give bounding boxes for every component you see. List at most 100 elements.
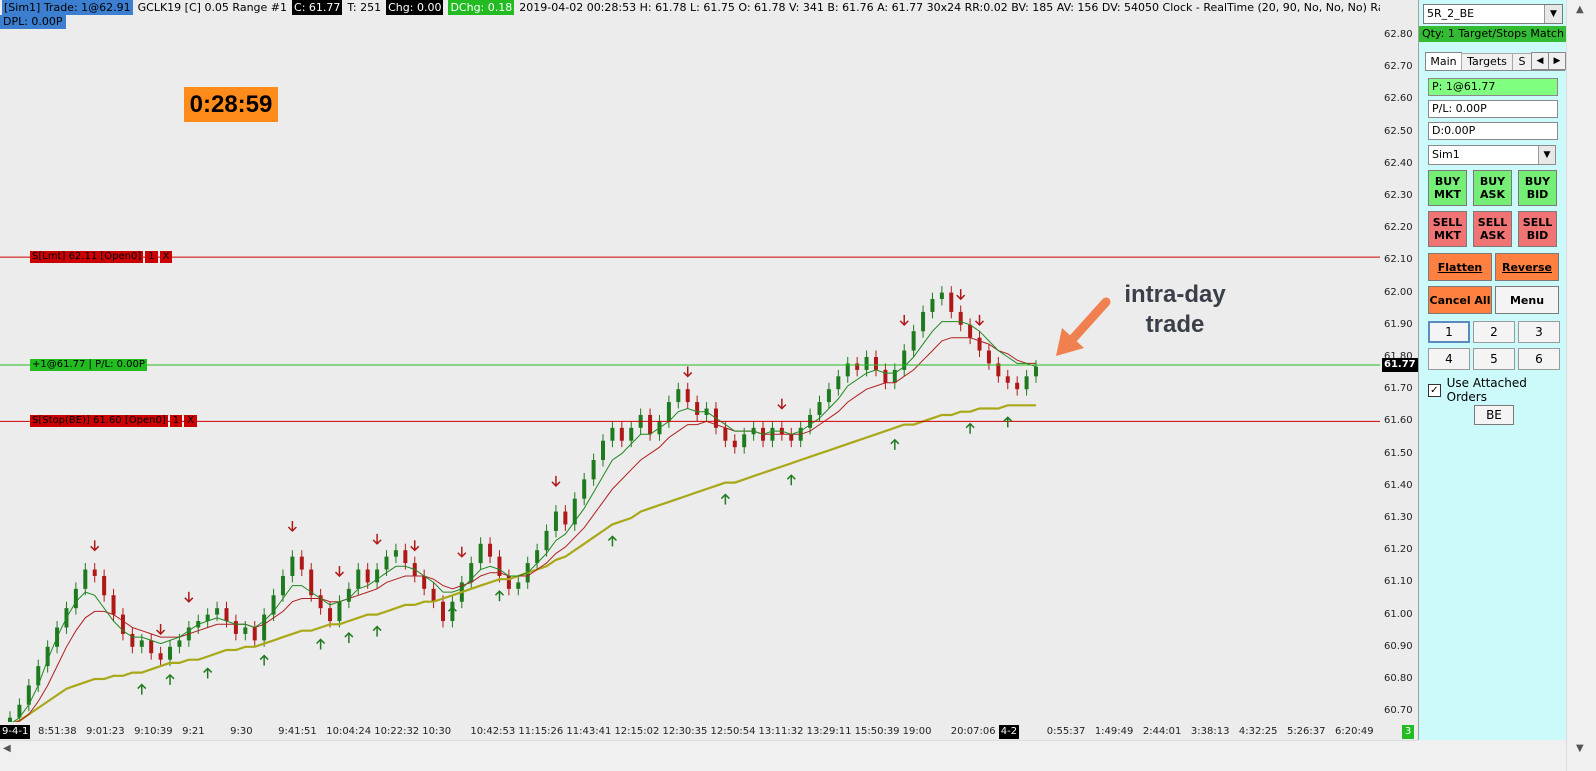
sell-signal-arrow-icon — [334, 566, 344, 578]
candle — [346, 582, 351, 609]
time-axis: 9-4-1 8:51:38 9:01:23 9:10:39 9:21 9:30 9:41:5… — [0, 722, 1418, 740]
tab-main[interactable]: Main — [1425, 52, 1462, 70]
candle-body — [685, 389, 690, 403]
candle-body — [346, 588, 351, 602]
scroll-down-icon[interactable]: ▼ — [1576, 743, 1584, 754]
candle — [290, 550, 295, 583]
use-attached-orders[interactable]: ✓ Use Attached Orders — [1428, 376, 1567, 404]
signal-arrows — [90, 289, 1013, 695]
quantity-button-4[interactable]: 4 — [1428, 348, 1470, 370]
candle — [563, 505, 568, 531]
quantity-button-6[interactable]: 6 — [1518, 348, 1560, 370]
candle-body — [365, 569, 370, 583]
vertical-scrollbar[interactable]: ▲ ▼ — [1566, 0, 1596, 771]
candle-body — [648, 414, 653, 435]
time-tick-label: 5:26:37 — [1286, 726, 1326, 737]
use-attached-orders-label: Use Attached Orders — [1446, 376, 1527, 404]
candle — [8, 711, 12, 722]
time-tick-label: 19:00 — [902, 726, 932, 737]
sell-signal-arrow-icon — [457, 546, 467, 558]
price-tick-label: 60.70 — [1384, 705, 1413, 717]
candle — [309, 563, 314, 602]
candle-body — [864, 357, 869, 370]
sell-bid-button[interactable]: SELL BID — [1518, 211, 1557, 247]
horizontal-scrollbar[interactable]: ◀ — [0, 740, 1418, 758]
trade-button-label: BID — [1526, 229, 1549, 242]
candle — [403, 543, 408, 570]
order-line-label[interactable]: S[Stop(BE)] 61.60 [Open0] 1 X — [30, 415, 197, 428]
tab-scroll-left-icon[interactable]: ◀ — [1531, 52, 1549, 70]
sell-mkt-button[interactable]: SELL MKT — [1428, 211, 1467, 247]
candle — [930, 292, 935, 319]
candle — [158, 646, 163, 667]
tab-scroll-right-icon[interactable]: ▶ — [1548, 52, 1566, 70]
menu-button[interactable]: Menu — [1495, 286, 1559, 314]
quantity-button-1[interactable]: 1 — [1428, 321, 1470, 343]
order-line-label[interactable]: S[Lmt] 62.11 [Open0] 1 X — [30, 251, 173, 264]
price-tick-label: 61.50 — [1384, 447, 1413, 459]
time-tick-label: 11:15:26 — [518, 726, 564, 737]
account-value: Sim1 — [1432, 148, 1460, 161]
order-line-close-icon[interactable]: X — [184, 415, 197, 428]
use-attached-orders-checkbox[interactable]: ✓ — [1428, 383, 1441, 397]
candle — [130, 627, 135, 654]
sell-ask-button[interactable]: SELL ASK — [1473, 211, 1512, 247]
trade-button-label: MKT — [1434, 188, 1461, 201]
time-tick-label: 3:38:13 — [1190, 726, 1230, 737]
chart-area[interactable]: [Sim1] Trade: 1@62.91 GCLK19 [C] 0.05 Ran… — [0, 0, 1380, 740]
quantity-button-5[interactable]: 5 — [1473, 348, 1515, 370]
account-select[interactable]: Sim1 ▼ — [1428, 145, 1556, 165]
candle-body — [393, 550, 398, 557]
candle — [422, 569, 427, 596]
strategy-select[interactable]: 5R_2_BE ▼ — [1423, 4, 1563, 24]
order-line-text[interactable]: S[Stop(BE)] 61.60 [Open0] — [30, 415, 168, 428]
order-line-qty[interactable]: 1 — [145, 251, 158, 264]
quantity-button-3[interactable]: 3 — [1518, 321, 1560, 343]
candle-body — [92, 569, 97, 576]
be-button[interactable]: BE — [1474, 405, 1514, 425]
candle-body — [224, 608, 229, 622]
buy-mkt-button[interactable]: BUY MKT — [1428, 170, 1467, 206]
candle — [318, 588, 323, 615]
order-line-label[interactable]: +1@61.77 | P/L: 0.00P — [30, 359, 147, 372]
flatten-button[interactable]: Flatten — [1428, 253, 1492, 281]
order-line-close-icon[interactable]: X — [159, 251, 173, 264]
buy-signal-arrow-icon — [494, 590, 504, 602]
candle — [36, 659, 41, 692]
candle — [601, 434, 606, 467]
sell-signal-arrow-icon — [90, 540, 100, 552]
current-price-marker: 61.77 — [1382, 358, 1418, 373]
buy-bid-button[interactable]: BUY BID — [1518, 170, 1557, 206]
cancel-all-button[interactable]: Cancel All — [1428, 286, 1492, 314]
candle — [497, 550, 502, 583]
order-line-text[interactable]: S[Lmt] 62.11 [Open0] — [30, 251, 144, 264]
time-tick-label: 9:01:23 — [86, 726, 125, 737]
chevron-down-icon[interactable]: ▼ — [1544, 5, 1562, 23]
candle-body — [243, 627, 248, 634]
buy-signal-arrow-icon — [607, 535, 617, 547]
tab-s[interactable]: S — [1512, 53, 1532, 70]
candle — [855, 357, 860, 377]
candle — [826, 382, 831, 409]
candle — [1015, 376, 1020, 396]
order-line-qty[interactable]: 1 — [169, 415, 183, 428]
chevron-down-icon[interactable]: ▼ — [1538, 146, 1555, 164]
buy-ask-button[interactable]: BUY ASK — [1473, 170, 1512, 206]
candle — [986, 344, 991, 370]
price-tick-label: 61.10 — [1384, 576, 1413, 588]
quantity-button-2[interactable]: 2 — [1473, 321, 1515, 343]
sell-signal-arrow-icon — [372, 533, 382, 545]
candle-body — [252, 627, 257, 641]
scroll-left-icon[interactable]: ◀ — [3, 743, 11, 754]
candle-body — [290, 556, 295, 576]
sell-signal-arrow-icon — [683, 366, 693, 378]
tab-targets[interactable]: Targets — [1461, 53, 1513, 70]
candle — [883, 363, 888, 390]
order-line-text[interactable]: +1@61.77 | P/L: 0.00P — [30, 359, 147, 372]
reverse-button[interactable]: Reverse — [1495, 253, 1559, 281]
sell-signal-arrow-icon — [184, 591, 194, 603]
price-axis[interactable]: 62.80 62.70 62.60 62.50 62.40 62.30 62.20 62.10… — [1380, 0, 1418, 740]
sell-signal-arrow-icon — [551, 475, 561, 487]
candle — [92, 563, 97, 583]
scroll-up-icon[interactable]: ▲ — [1576, 4, 1584, 15]
